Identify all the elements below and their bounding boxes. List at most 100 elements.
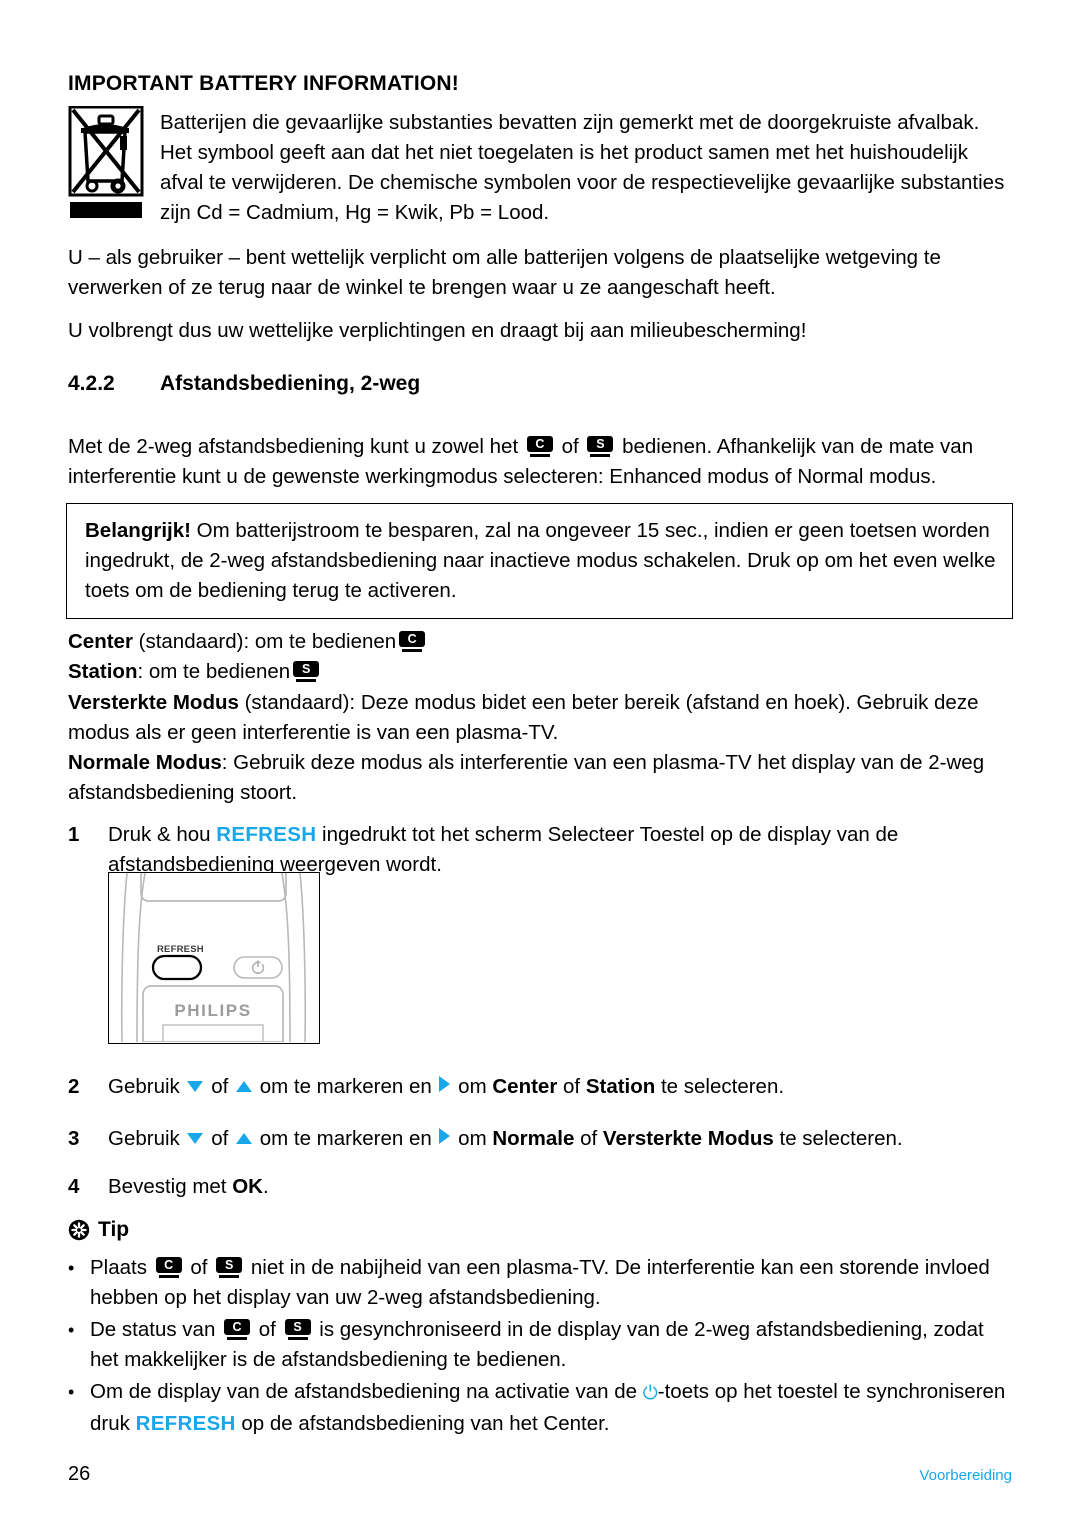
tip2-pre: De status van bbox=[90, 1318, 216, 1341]
station-badge-letter: S bbox=[293, 661, 320, 677]
station-badge-letter: S bbox=[284, 1319, 311, 1335]
list-item: • De status van C of S is gesynchronisee… bbox=[68, 1315, 1008, 1375]
badge-stand bbox=[219, 1275, 240, 1278]
footer-section-label: Voorbereiding bbox=[919, 1467, 1012, 1484]
svg-text:REFRESH: REFRESH bbox=[157, 944, 204, 955]
definition-qualifier: (standaard): om te bedienen bbox=[132, 630, 397, 653]
tip1-pre: Plaats bbox=[90, 1256, 147, 1279]
center-badge-icon: C bbox=[526, 436, 553, 457]
step-2: 2 Gebruik of om te markeren en om Center… bbox=[68, 1072, 1012, 1102]
step3-pre: Gebruik bbox=[108, 1127, 180, 1150]
step-3: 3 Gebruik of om te markeren en om Normal… bbox=[68, 1124, 1028, 1154]
important-text: Om batterijstroom te besparen, zal na on… bbox=[85, 519, 996, 602]
bullet-dot-icon: • bbox=[68, 1382, 75, 1402]
definition-station: Station: om te bedienen S bbox=[68, 657, 1012, 687]
tip1-conj: of bbox=[190, 1256, 208, 1279]
important-note-box: Belangrijk! Om batterijstroom te bespare… bbox=[66, 503, 1013, 619]
tip-heading: Tip bbox=[68, 1218, 129, 1242]
step2-post: te selecteren. bbox=[660, 1075, 785, 1098]
station-badge-icon: S bbox=[284, 1319, 311, 1340]
step3-bold-1: Normale bbox=[492, 1127, 575, 1150]
step4-bold-1: OK bbox=[232, 1175, 263, 1198]
arrow-down-icon bbox=[187, 1081, 204, 1092]
badge-stand bbox=[158, 1275, 179, 1278]
step-text: Gebruik of om te markeren en om Normale … bbox=[108, 1124, 1028, 1154]
svg-text:PHILIPS: PHILIPS bbox=[174, 1001, 251, 1020]
tip-heading-label: Tip bbox=[98, 1218, 130, 1241]
arrow-down-icon bbox=[187, 1133, 204, 1144]
center-badge-letter: C bbox=[155, 1257, 182, 1273]
bullet-dot-icon: • bbox=[68, 1320, 75, 1340]
manual-page: IMPORTANT BATTERY INFORMATION! Batterije… bbox=[0, 0, 1080, 1527]
badge-stand bbox=[287, 1337, 308, 1340]
section-number: 4.2.2 bbox=[68, 372, 115, 395]
badge-stand bbox=[296, 679, 317, 682]
tip2-conj: of bbox=[258, 1318, 276, 1341]
definition-versterkte-modus: Versterkte Modus (standaard): Deze modus… bbox=[68, 688, 1012, 748]
section-intro-part-2: of bbox=[561, 435, 579, 458]
page-number: 26 bbox=[68, 1463, 91, 1485]
arrow-right-icon bbox=[439, 1128, 451, 1144]
battery-paragraph-1: Batterijen die gevaarlijke substanties b… bbox=[160, 111, 1005, 224]
step-4: 4 Bevestig met OK. bbox=[68, 1172, 1012, 1202]
section-intro-paragraph: Met de 2-weg afstandsbediening kunt u zo… bbox=[68, 432, 1012, 492]
step-1: 1 Druk & hou REFRESH ingedrukt tot het s… bbox=[68, 820, 1012, 880]
definition-term: Station bbox=[68, 660, 138, 683]
section-title: Afstandsbediening, 2-weg bbox=[160, 372, 421, 395]
list-item: • Om de display van de afstandsbediening… bbox=[68, 1377, 1008, 1439]
tip3-post: op de afstandsbediening van het Center. bbox=[241, 1412, 610, 1435]
refresh-keyword: REFRESH bbox=[216, 823, 317, 846]
important-label: Belangrijk! bbox=[85, 519, 191, 542]
battery-paragraph-2: U – als gebruiker – bent wettelijk verpl… bbox=[68, 246, 941, 299]
center-badge-icon: C bbox=[155, 1257, 182, 1278]
definition-normale-modus: Normale Modus: Gebruik deze modus als in… bbox=[68, 748, 1012, 808]
step-text: Druk & hou REFRESH ingedrukt tot het sch… bbox=[108, 820, 1012, 880]
badge-stand bbox=[590, 454, 611, 457]
step-text: Gebruik of om te markeren en om Center o… bbox=[108, 1072, 1012, 1102]
step3-post: te selecteren. bbox=[779, 1127, 903, 1150]
step2-bold-2: Station bbox=[585, 1075, 656, 1098]
step3-bold-2: Versterkte Modus bbox=[602, 1127, 774, 1150]
center-badge-letter: C bbox=[399, 631, 426, 647]
step2-mid2: om te markeren en bbox=[259, 1075, 432, 1098]
definition-term: Center bbox=[68, 630, 133, 653]
definition-center: Center (standaard): om te bedienen C bbox=[68, 627, 1012, 657]
tip-bullet-list: • Plaats C of S niet in de nabijheid van… bbox=[68, 1253, 1008, 1441]
arrow-up-icon bbox=[236, 1081, 252, 1092]
step3-mid1: of bbox=[211, 1127, 229, 1150]
step2-conj: of bbox=[563, 1075, 581, 1098]
step1-pre: Druk & hou bbox=[108, 823, 211, 846]
arrow-up-icon bbox=[236, 1133, 252, 1144]
list-item: • Plaats C of S niet in de nabijheid van… bbox=[68, 1253, 1008, 1313]
step2-pre: Gebruik bbox=[108, 1075, 180, 1098]
battery-info-heading: IMPORTANT BATTERY INFORMATION! bbox=[68, 72, 459, 95]
center-badge-icon: C bbox=[224, 1319, 251, 1340]
definition-term: Normale Modus bbox=[68, 751, 222, 774]
definition-term: Versterkte Modus bbox=[68, 691, 239, 714]
battery-paragraph-3: U volbrengt dus uw wettelijke verplichti… bbox=[68, 319, 807, 342]
step-number: 4 bbox=[68, 1175, 80, 1198]
bullet-dot-icon: • bbox=[68, 1258, 75, 1278]
station-badge-icon: S bbox=[216, 1257, 243, 1278]
crossed-out-wheelie-bin-icon bbox=[68, 106, 144, 219]
step3-conj: of bbox=[580, 1127, 598, 1150]
tip-asterisk-icon bbox=[68, 1219, 90, 1241]
station-badge-icon: S bbox=[293, 661, 320, 682]
station-badge-letter: S bbox=[216, 1257, 243, 1273]
step3-mid3: om bbox=[458, 1127, 487, 1150]
tip-bullet-text-3: Om de display van de afstandsbediening n… bbox=[90, 1377, 1008, 1439]
step2-mid1: of bbox=[211, 1075, 229, 1098]
step-number: 2 bbox=[68, 1075, 80, 1098]
tip-bullet-text-2: De status van C of S is gesynchroniseerd… bbox=[90, 1315, 1008, 1375]
section-intro-part-1: Met de 2-weg afstandsbediening kunt u zo… bbox=[68, 435, 519, 458]
arrow-right-icon bbox=[439, 1076, 451, 1092]
badge-stand bbox=[227, 1337, 248, 1340]
definition-qualifier: : om te bedienen bbox=[137, 660, 291, 683]
refresh-keyword: REFRESH bbox=[135, 1412, 236, 1435]
center-badge-icon: C bbox=[399, 631, 426, 652]
step-number: 1 bbox=[68, 823, 80, 846]
step2-mid3: om bbox=[458, 1075, 487, 1098]
station-badge-icon: S bbox=[587, 436, 614, 457]
step-number: 3 bbox=[68, 1127, 80, 1150]
step4-pre: Bevestig met bbox=[108, 1175, 227, 1198]
